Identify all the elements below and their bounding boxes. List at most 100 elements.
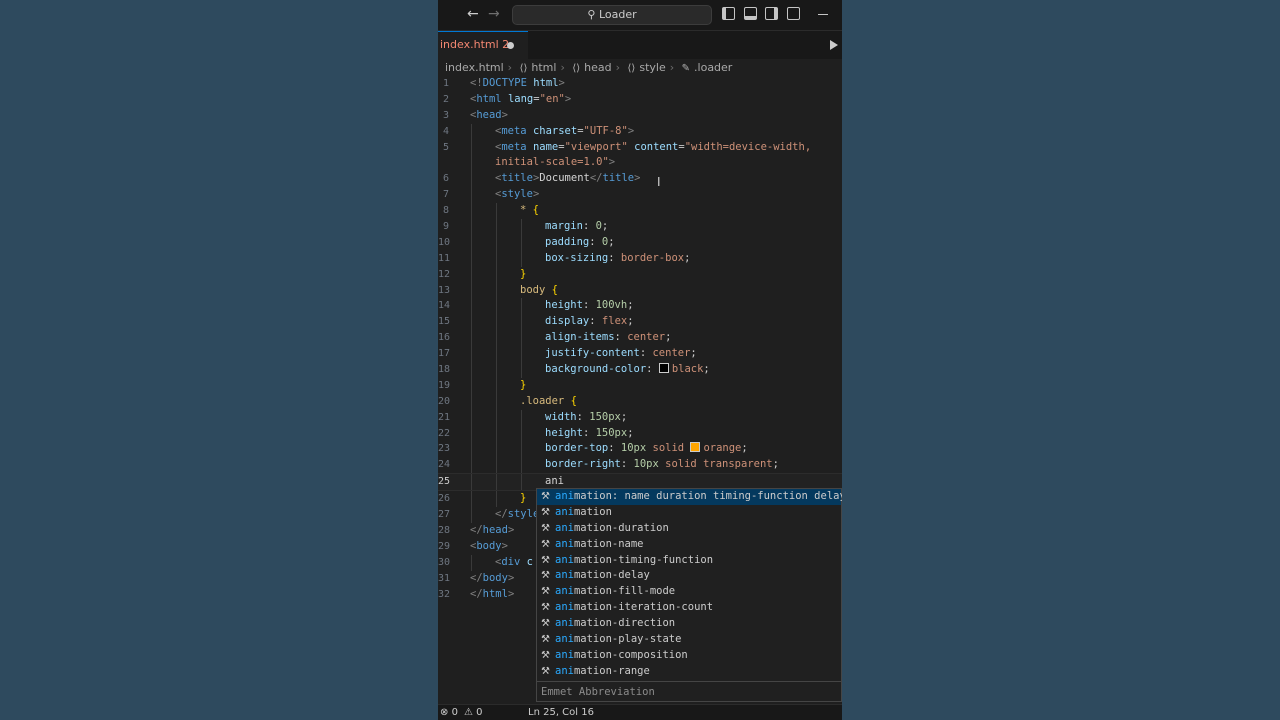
indent-guide <box>471 409 472 426</box>
indent-guide <box>471 377 472 394</box>
breadcrumb-html[interactable]: html <box>531 61 556 74</box>
color-swatch-icon[interactable] <box>658 363 669 374</box>
code-token: box-sizing <box>545 251 609 264</box>
warnings-status[interactable]: ⚠ 0 <box>464 706 483 720</box>
code-text: initial-scale=1.0"> <box>495 155 615 171</box>
code-line[interactable]: 22 height: 150px; <box>438 425 842 442</box>
code-line[interactable]: 1 <!DOCTYPE html> <box>438 76 842 92</box>
indent-guide <box>496 377 497 394</box>
suggestion-item[interactable]: ⚒ animation: name duration timing-functio… <box>537 489 842 505</box>
suggestion-item[interactable]: ⚒ animation-name <box>537 537 841 553</box>
tab-index-html[interactable]: index.html 2 <box>438 31 528 60</box>
run-icon[interactable] <box>830 40 838 50</box>
suggestion-item[interactable]: ⚒ animation-timing-function <box>537 553 841 569</box>
code-text: body { <box>520 283 558 299</box>
suggestion-item[interactable]: ⚒ animation <box>537 505 841 521</box>
code-line[interactable]: 3 <head> <box>438 108 842 124</box>
code-line[interactable]: 5 <meta name="viewport" content="width=de… <box>438 139 842 156</box>
line-number: 22 <box>438 427 451 439</box>
code-line[interactable]: 8 * { <box>438 203 842 220</box>
line-number: 28 <box>438 524 451 536</box>
errors-status[interactable]: ⊗ 0 <box>440 706 458 720</box>
code-line[interactable]: 24 border-right: 10px solid transparent; <box>438 457 842 474</box>
suggestion-label: mation-timing-function <box>573 553 714 566</box>
code-line[interactable]: 21 width: 150px; <box>438 409 842 426</box>
toggle-secondary-sidebar-icon[interactable] <box>765 7 778 20</box>
code-line[interactable]: 9 margin: 0; <box>438 219 842 235</box>
breadcrumb-style[interactable]: style <box>639 61 665 74</box>
indent-guide <box>471 457 472 474</box>
back-arrow-icon[interactable]: ← <box>467 6 479 22</box>
code-text: </style <box>495 507 539 523</box>
minimize-icon[interactable] <box>818 14 828 15</box>
customize-layout-icon[interactable] <box>787 7 800 20</box>
suggestion-item[interactable]: ⚒ animation-fill-mode <box>537 584 841 600</box>
code-token: > <box>634 172 641 185</box>
code-line[interactable]: 15 display: flex; <box>438 314 842 331</box>
code-line[interactable]: 2 <html lang="en"> <box>438 92 842 108</box>
wrench-icon: ⚒ <box>541 602 550 614</box>
indent-guide <box>496 409 497 426</box>
code-token: align-items <box>545 331 615 344</box>
indent-guide <box>471 346 472 363</box>
toggle-primary-sidebar-icon[interactable] <box>722 7 735 20</box>
code-line[interactable]: 16 align-items: center; <box>438 330 842 347</box>
breadcrumb-file[interactable]: index.html <box>445 61 504 74</box>
code-token: : <box>582 299 596 312</box>
code-text: width: 150px; <box>545 410 627 426</box>
line-number: 2 <box>442 93 449 105</box>
code-token: 10px <box>620 442 647 455</box>
cursor-position-status[interactable]: Ln 25, Col 16 <box>528 706 594 720</box>
code-token: { <box>551 283 558 296</box>
code-line[interactable]: 18 background-color: black; <box>438 362 842 378</box>
search-label: Loader <box>598 8 637 21</box>
code-token: : <box>589 315 602 328</box>
code-line[interactable]: 13 body { <box>438 282 842 299</box>
code-line[interactable]: 11 box-sizing: border-box; <box>438 250 842 267</box>
breadcrumb-head[interactable]: head <box>584 61 611 74</box>
forward-arrow-icon[interactable]: → <box>488 6 500 22</box>
code-line[interactable]: 23 border-top: 10px solid orange; <box>438 441 842 458</box>
breadcrumb-selector[interactable]: .loader <box>694 61 732 74</box>
code-text: <meta name="viewport" content="width=dev… <box>495 140 811 156</box>
code-line[interactable]: initial-scale=1.0"> <box>438 155 842 172</box>
code-line[interactable]: 19} <box>438 377 842 394</box>
code-token: justify-content <box>545 347 640 360</box>
suggestion-item[interactable]: ⚒ animation-composition <box>537 648 841 664</box>
code-token: initial-scale=1.0" <box>495 156 609 169</box>
command-center-search[interactable]: ⚲ Loader <box>512 5 712 25</box>
indent-guide <box>521 250 522 267</box>
suggestion-item[interactable]: ⚒ animation-play-state <box>537 632 841 648</box>
suggestion-item[interactable]: ⚒ animation-delay <box>537 568 841 584</box>
code-token: height <box>545 299 583 312</box>
indent-guide <box>471 234 472 251</box>
code-line[interactable]: 14 height: 100vh; <box>438 298 842 315</box>
indent-guide <box>471 282 472 299</box>
status-bar: ⊗ 0 ⚠ 0 Ln 25, Col 16 <box>438 704 842 720</box>
suggestion-item[interactable]: ⚒ animation-range <box>537 664 841 680</box>
code-line[interactable]: 10 padding: 0; <box>438 234 842 251</box>
code-token: ; <box>741 442 748 455</box>
code-line[interactable]: 6 <title>Document</title> <box>438 171 842 188</box>
element-icon: ⟨⟩ <box>519 63 528 74</box>
code-line[interactable]: 17 justify-content: center; <box>438 346 842 363</box>
wrench-icon: ⚒ <box>541 554 550 566</box>
unsaved-dot-icon[interactable] <box>507 42 514 49</box>
code-line[interactable]: 4 <meta charset="UTF-8"> <box>438 123 842 140</box>
color-swatch-icon[interactable] <box>690 442 701 453</box>
code-line[interactable]: 12} <box>438 266 842 283</box>
code-text: height: 100vh; <box>545 298 634 314</box>
suggestion-item[interactable]: ⚒ animation-iteration-count <box>537 600 841 616</box>
code-token: : <box>639 347 653 360</box>
suggestion-item[interactable]: ⚒ animation-direction <box>537 616 841 632</box>
code-line[interactable]: 20 .loader { <box>438 393 842 410</box>
code-text: <html lang="en"> <box>470 92 571 108</box>
code-text: display: flex; <box>545 314 634 330</box>
suggestion-item[interactable]: ⚒ animation-duration <box>537 521 841 537</box>
code-token: </ <box>495 508 508 521</box>
code-token: } <box>520 378 527 391</box>
code-token: </ <box>589 172 603 185</box>
code-line[interactable]: 7 <style> <box>438 187 842 204</box>
toggle-panel-icon[interactable] <box>744 7 757 20</box>
code-text: box-sizing: border-box; <box>545 251 690 267</box>
